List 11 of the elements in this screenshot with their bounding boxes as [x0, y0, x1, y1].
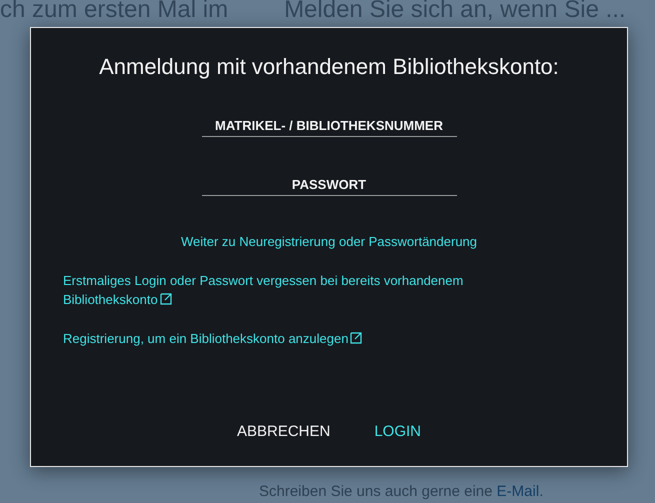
password-field[interactable]: PASSWORT — [202, 177, 456, 196]
external-link-icon — [350, 332, 362, 344]
external-link-icon — [160, 293, 172, 305]
library-number-field[interactable]: MATRIKEL- / BIBLIOTHEKSNUMMER — [202, 118, 456, 137]
cancel-button[interactable]: ABBRECHEN — [234, 419, 332, 444]
dialog-link[interactable]: Erstmaliges Login oder Passwort vergessen bei bereits vorhandenem Bibliothekskonto — [63, 271, 523, 309]
dialog-title: Anmeldung mit vorhandenem Bibliothekskonto: — [99, 54, 559, 80]
dialog-link[interactable]: Weiter zu Neuregistrierung oder Passwortänderung — [180, 232, 478, 251]
background-text: Schreiben Sie uns auch gerne eine E-Mail. — [259, 483, 544, 500]
dialog-link[interactable]: Registrierung, um ein Bibliothekskonto anzulegen — [63, 329, 362, 348]
login-button[interactable]: LOGIN — [372, 419, 424, 444]
